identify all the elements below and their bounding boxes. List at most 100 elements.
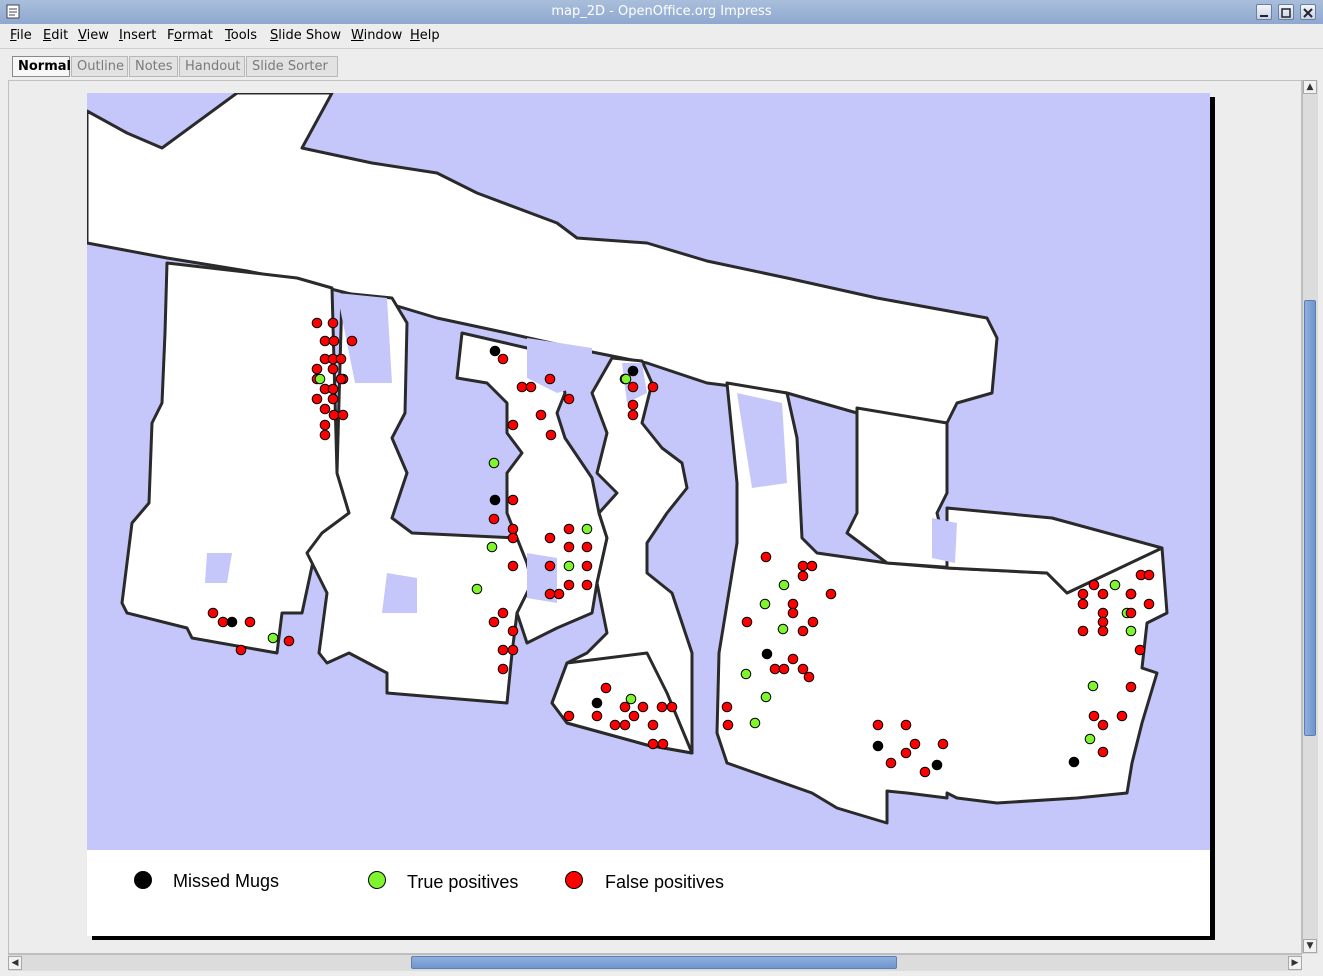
menu-tools[interactable]: Tools: [225, 28, 257, 43]
occupancy-map: [87, 93, 1210, 850]
true-positive-marker: [1087, 680, 1099, 692]
false-positive-marker: [1125, 588, 1137, 600]
false-positive-marker: [787, 607, 799, 619]
horizontal-scroll-thumb[interactable]: [411, 956, 897, 969]
true-positive-marker: [740, 668, 752, 680]
minimize-icon[interactable]: [1256, 4, 1272, 20]
false-positive-marker: [797, 560, 809, 572]
scroll-up-icon[interactable]: ▲: [1303, 80, 1317, 94]
false-positive-marker: [319, 335, 331, 347]
true-positive-marker: [1084, 733, 1096, 745]
tab-handout[interactable]: Handout: [179, 56, 245, 77]
false-positive-marker: [937, 738, 949, 750]
false-positive-marker: [544, 588, 556, 600]
true-positive-marker: [486, 541, 498, 553]
false-positive-marker: [1125, 607, 1137, 619]
missed-mug-marker: [489, 345, 501, 357]
tab-normal[interactable]: Normal: [12, 56, 71, 77]
menu-help[interactable]: Help: [410, 28, 440, 43]
false-positive-marker: [769, 663, 781, 675]
false-positive-marker: [327, 393, 339, 405]
legend-false-positive-label: False positives: [605, 872, 725, 892]
false-positive-marker: [1088, 710, 1100, 722]
false-positive-marker: [488, 616, 500, 628]
false-positive-marker: [778, 663, 790, 675]
false-positive-marker: [346, 335, 358, 347]
false-positive-marker: [647, 381, 659, 393]
false-positive-marker: [1088, 579, 1100, 591]
false-positive-marker: [327, 363, 339, 375]
false-positive-marker: [553, 588, 565, 600]
false-positive-marker: [563, 541, 575, 553]
menu-window[interactable]: Window: [351, 28, 402, 43]
false-positive-marker: [666, 701, 678, 713]
title-bar: map_2D - OpenOffice.org Impress: [0, 0, 1323, 25]
false-positive-marker: [1143, 569, 1155, 581]
false-positive-marker: [885, 757, 897, 769]
true-positive-marker: [471, 583, 483, 595]
true-positive-marker: [267, 632, 279, 644]
false-positive-marker: [1143, 598, 1155, 610]
false-positive-marker: [1097, 719, 1109, 731]
false-positive-marker: [1097, 588, 1109, 600]
false-positive-marker: [335, 373, 347, 385]
true-positive-marker: [563, 560, 575, 572]
legend-false-positive-dot: [565, 871, 583, 889]
false-positive-marker: [1077, 588, 1089, 600]
true-positive-marker: [625, 693, 637, 705]
true-positive-marker: [1109, 579, 1121, 591]
tab-slide-sorter[interactable]: Slide Sorter: [246, 56, 338, 77]
scroll-left-icon[interactable]: ◀: [8, 956, 22, 970]
scroll-right-icon[interactable]: ▶: [1288, 956, 1302, 970]
false-positive-marker: [311, 363, 323, 375]
scroll-down-icon[interactable]: ▼: [1303, 939, 1317, 953]
tab-outline[interactable]: Outline: [71, 56, 128, 77]
false-positive-marker: [647, 738, 659, 750]
false-positive-marker: [544, 532, 556, 544]
false-positive-marker: [507, 494, 519, 506]
false-positive-marker: [825, 588, 837, 600]
false-positive-marker: [627, 409, 639, 421]
false-positive-marker: [628, 710, 640, 722]
false-positive-marker: [497, 644, 509, 656]
false-positive-marker: [328, 335, 340, 347]
false-positive-marker: [319, 403, 331, 415]
false-positive-marker: [544, 373, 556, 385]
missed-mug-marker: [872, 740, 884, 752]
vertical-scroll-thumb[interactable]: [1304, 300, 1316, 736]
close-icon[interactable]: [1300, 4, 1316, 20]
menu-insert[interactable]: Insert: [119, 28, 156, 43]
false-positive-marker: [335, 353, 347, 365]
false-positive-marker: [872, 719, 884, 731]
true-positive-marker: [314, 373, 326, 385]
false-positive-marker: [507, 644, 519, 656]
false-positive-marker: [311, 393, 323, 405]
false-positive-marker: [807, 616, 819, 628]
menu-format[interactable]: Format: [167, 28, 213, 43]
false-positive-marker: [525, 381, 537, 393]
false-positive-marker: [637, 701, 649, 713]
false-positive-marker: [797, 625, 809, 637]
horizontal-scrollbar[interactable]: ◀ ▶: [8, 954, 1302, 971]
false-positive-marker: [806, 560, 818, 572]
false-positive-marker: [319, 429, 331, 441]
false-positive-marker: [1097, 616, 1109, 628]
menu-view[interactable]: View: [78, 28, 109, 43]
missed-mug-marker: [489, 494, 501, 506]
maximize-icon[interactable]: [1278, 4, 1294, 20]
missed-mug-marker: [591, 697, 603, 709]
false-positive-marker: [516, 381, 528, 393]
false-positive-marker: [797, 663, 809, 675]
menu-file[interactable]: File: [10, 28, 32, 43]
true-positive-marker: [581, 523, 593, 535]
false-positive-marker: [619, 701, 631, 713]
menu-slide-show[interactable]: Slide Show: [270, 28, 341, 43]
false-positive-marker: [311, 317, 323, 329]
tab-notes[interactable]: Notes: [129, 56, 178, 77]
false-positive-marker: [217, 616, 229, 628]
false-positive-marker: [656, 701, 668, 713]
false-positive-marker: [1125, 681, 1137, 693]
vertical-scrollbar[interactable]: ▲ ▼: [1302, 80, 1318, 954]
false-positive-marker: [787, 598, 799, 610]
menu-edit[interactable]: Edit: [43, 28, 68, 43]
